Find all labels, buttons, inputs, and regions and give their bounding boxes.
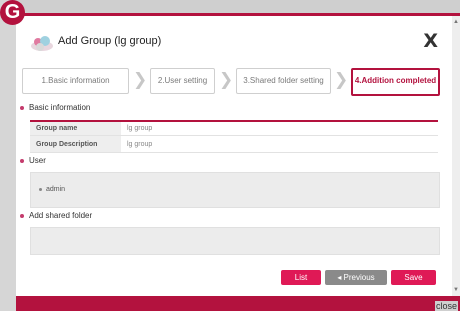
bullet-icon bbox=[39, 187, 42, 191]
table-row: Group name lg group bbox=[30, 122, 438, 136]
previous-button[interactable]: ◂ Previous bbox=[325, 270, 387, 285]
dialog-title: Add Group (lg group) bbox=[58, 35, 162, 47]
step-shared-folder-setting: 3.Shared folder setting bbox=[236, 68, 331, 94]
table-row: Group Description lg group bbox=[30, 136, 438, 153]
section-label: User bbox=[29, 156, 46, 165]
section-label: Add shared folder bbox=[29, 211, 93, 220]
dialog-header: Add Group (lg group) X bbox=[30, 28, 440, 52]
user-list: admin bbox=[30, 172, 440, 208]
basic-info-table: Group name lg group Group Description lg… bbox=[30, 120, 438, 153]
close-icon[interactable]: X bbox=[423, 30, 438, 52]
chevron-right-icon: ❯ bbox=[219, 70, 234, 90]
save-button[interactable]: Save bbox=[391, 270, 436, 285]
step-addition-completed: 4.Addition completed bbox=[351, 68, 440, 96]
group-description-value: lg group bbox=[127, 140, 153, 148]
step-badge: G bbox=[0, 0, 25, 25]
bullet-icon bbox=[20, 213, 24, 218]
user-name: admin bbox=[46, 186, 66, 193]
group-name-label: Group name bbox=[30, 122, 121, 135]
add-group-dialog: Add Group (lg group) X 1.Basic informati… bbox=[16, 16, 452, 296]
scroll-down-icon[interactable]: ▼ bbox=[452, 286, 460, 294]
group-name-value: lg group bbox=[127, 125, 153, 132]
shared-folder-list bbox=[30, 227, 440, 255]
step-basic-information: 1.Basic information bbox=[22, 68, 129, 94]
group-icon bbox=[31, 36, 53, 51]
group-description-label: Group Description bbox=[30, 136, 121, 152]
close-link[interactable]: close bbox=[434, 301, 458, 311]
chevron-right-icon: ❯ bbox=[334, 70, 349, 90]
scrollbar[interactable]: ▲ ▼ bbox=[452, 16, 460, 296]
add-shared-folder-heading: Add shared folder bbox=[20, 211, 92, 220]
scroll-up-icon[interactable]: ▲ bbox=[452, 18, 460, 26]
chevron-right-icon: ❯ bbox=[133, 70, 148, 90]
dialog-bottom-strip: close bbox=[16, 296, 460, 311]
bullet-icon bbox=[20, 105, 24, 110]
wizard-steps: 1.Basic information ❯ 2.User setting ❯ 3… bbox=[22, 68, 442, 96]
basic-information-heading: Basic information bbox=[20, 103, 90, 112]
background-window-edge bbox=[0, 0, 16, 311]
section-label: Basic information bbox=[29, 103, 91, 112]
bullet-icon bbox=[20, 158, 24, 163]
step-user-setting: 2.User setting bbox=[150, 68, 215, 94]
user-heading: User bbox=[20, 156, 46, 165]
list-item: admin bbox=[39, 186, 65, 193]
list-button[interactable]: List bbox=[281, 270, 321, 285]
